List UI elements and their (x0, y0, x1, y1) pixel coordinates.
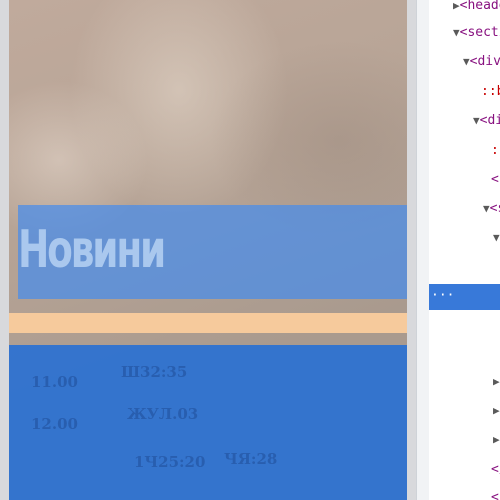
pseudo-element-label: :: (491, 143, 500, 158)
devtools-elements-panel[interactable]: ▶<header ▼<section ▼<div c ::be ▼<div ::… (416, 0, 500, 500)
dom-node-div[interactable]: ▼<div c (463, 52, 500, 71)
dom-tag-label: section (467, 25, 500, 40)
schedule-cell: 1Ч25:20 (134, 453, 206, 471)
dom-tag-label: div c (477, 54, 500, 69)
collapse-arrow-icon[interactable]: ▼ (473, 114, 480, 127)
schedule-cell: ЧЯ:28 (224, 450, 278, 468)
dom-node-child[interactable]: ▼ (493, 228, 500, 247)
hero-section: Новини 11.00 12.00 Ш32:35 ЖУЛ.03 1Ч25:20… (9, 0, 407, 500)
highlighted-element-box: 11.00 12.00 Ш32:35 ЖУЛ.03 1Ч25:20 ЧЯ:28 (9, 345, 407, 500)
dom-pseudo-element[interactable]: :: (491, 141, 500, 160)
collapse-arrow-icon[interactable]: ▼ (483, 202, 490, 215)
schedule-time: 11.00 (31, 373, 78, 391)
selected-dom-node[interactable]: ··· (429, 284, 500, 310)
schedule-cell: Ш32:35 (121, 363, 188, 381)
dom-node-child[interactable]: ▼<s (483, 199, 500, 218)
expand-arrow-icon[interactable]: ▶ (453, 0, 460, 12)
dom-node-header[interactable]: ▶<header (453, 0, 500, 15)
dom-node-child[interactable]: < (491, 488, 499, 500)
pseudo-element-label: ::be (481, 84, 500, 99)
dom-node-section[interactable]: ▼<section (453, 23, 500, 42)
dom-node-child[interactable]: ▶ (493, 401, 500, 420)
dom-tag-label: header (467, 0, 500, 13)
dom-pseudo-before[interactable]: ::be (481, 82, 500, 101)
expand-arrow-icon[interactable]: ▶ (493, 404, 500, 417)
expand-arrow-icon[interactable]: ▶ (493, 433, 500, 446)
schedule-time: 12.00 (31, 415, 78, 433)
panel-splitter[interactable] (417, 0, 429, 500)
collapse-arrow-icon[interactable]: ▼ (453, 26, 460, 39)
highlighted-padding-box (9, 313, 407, 333)
dom-node-div[interactable]: ▼<div (473, 111, 500, 130)
dom-node-child[interactable]: <s (491, 170, 500, 189)
dom-closing-tag[interactable]: </ (491, 460, 500, 479)
collapse-arrow-icon[interactable]: ▼ (493, 231, 500, 244)
dom-tag-label: div (487, 113, 500, 128)
schedule-cell: ЖУЛ.03 (127, 405, 199, 423)
ellipsis-icon[interactable]: ··· (431, 287, 454, 305)
dom-node-child[interactable]: ▶ (493, 372, 500, 391)
page-title: Новини (18, 220, 166, 280)
collapse-arrow-icon[interactable]: ▼ (463, 55, 470, 68)
page-viewport: Новини 11.00 12.00 Ш32:35 ЖУЛ.03 1Ч25:20… (0, 0, 416, 500)
expand-arrow-icon[interactable]: ▶ (493, 375, 500, 388)
dom-node-child[interactable]: ▶ (493, 430, 500, 449)
